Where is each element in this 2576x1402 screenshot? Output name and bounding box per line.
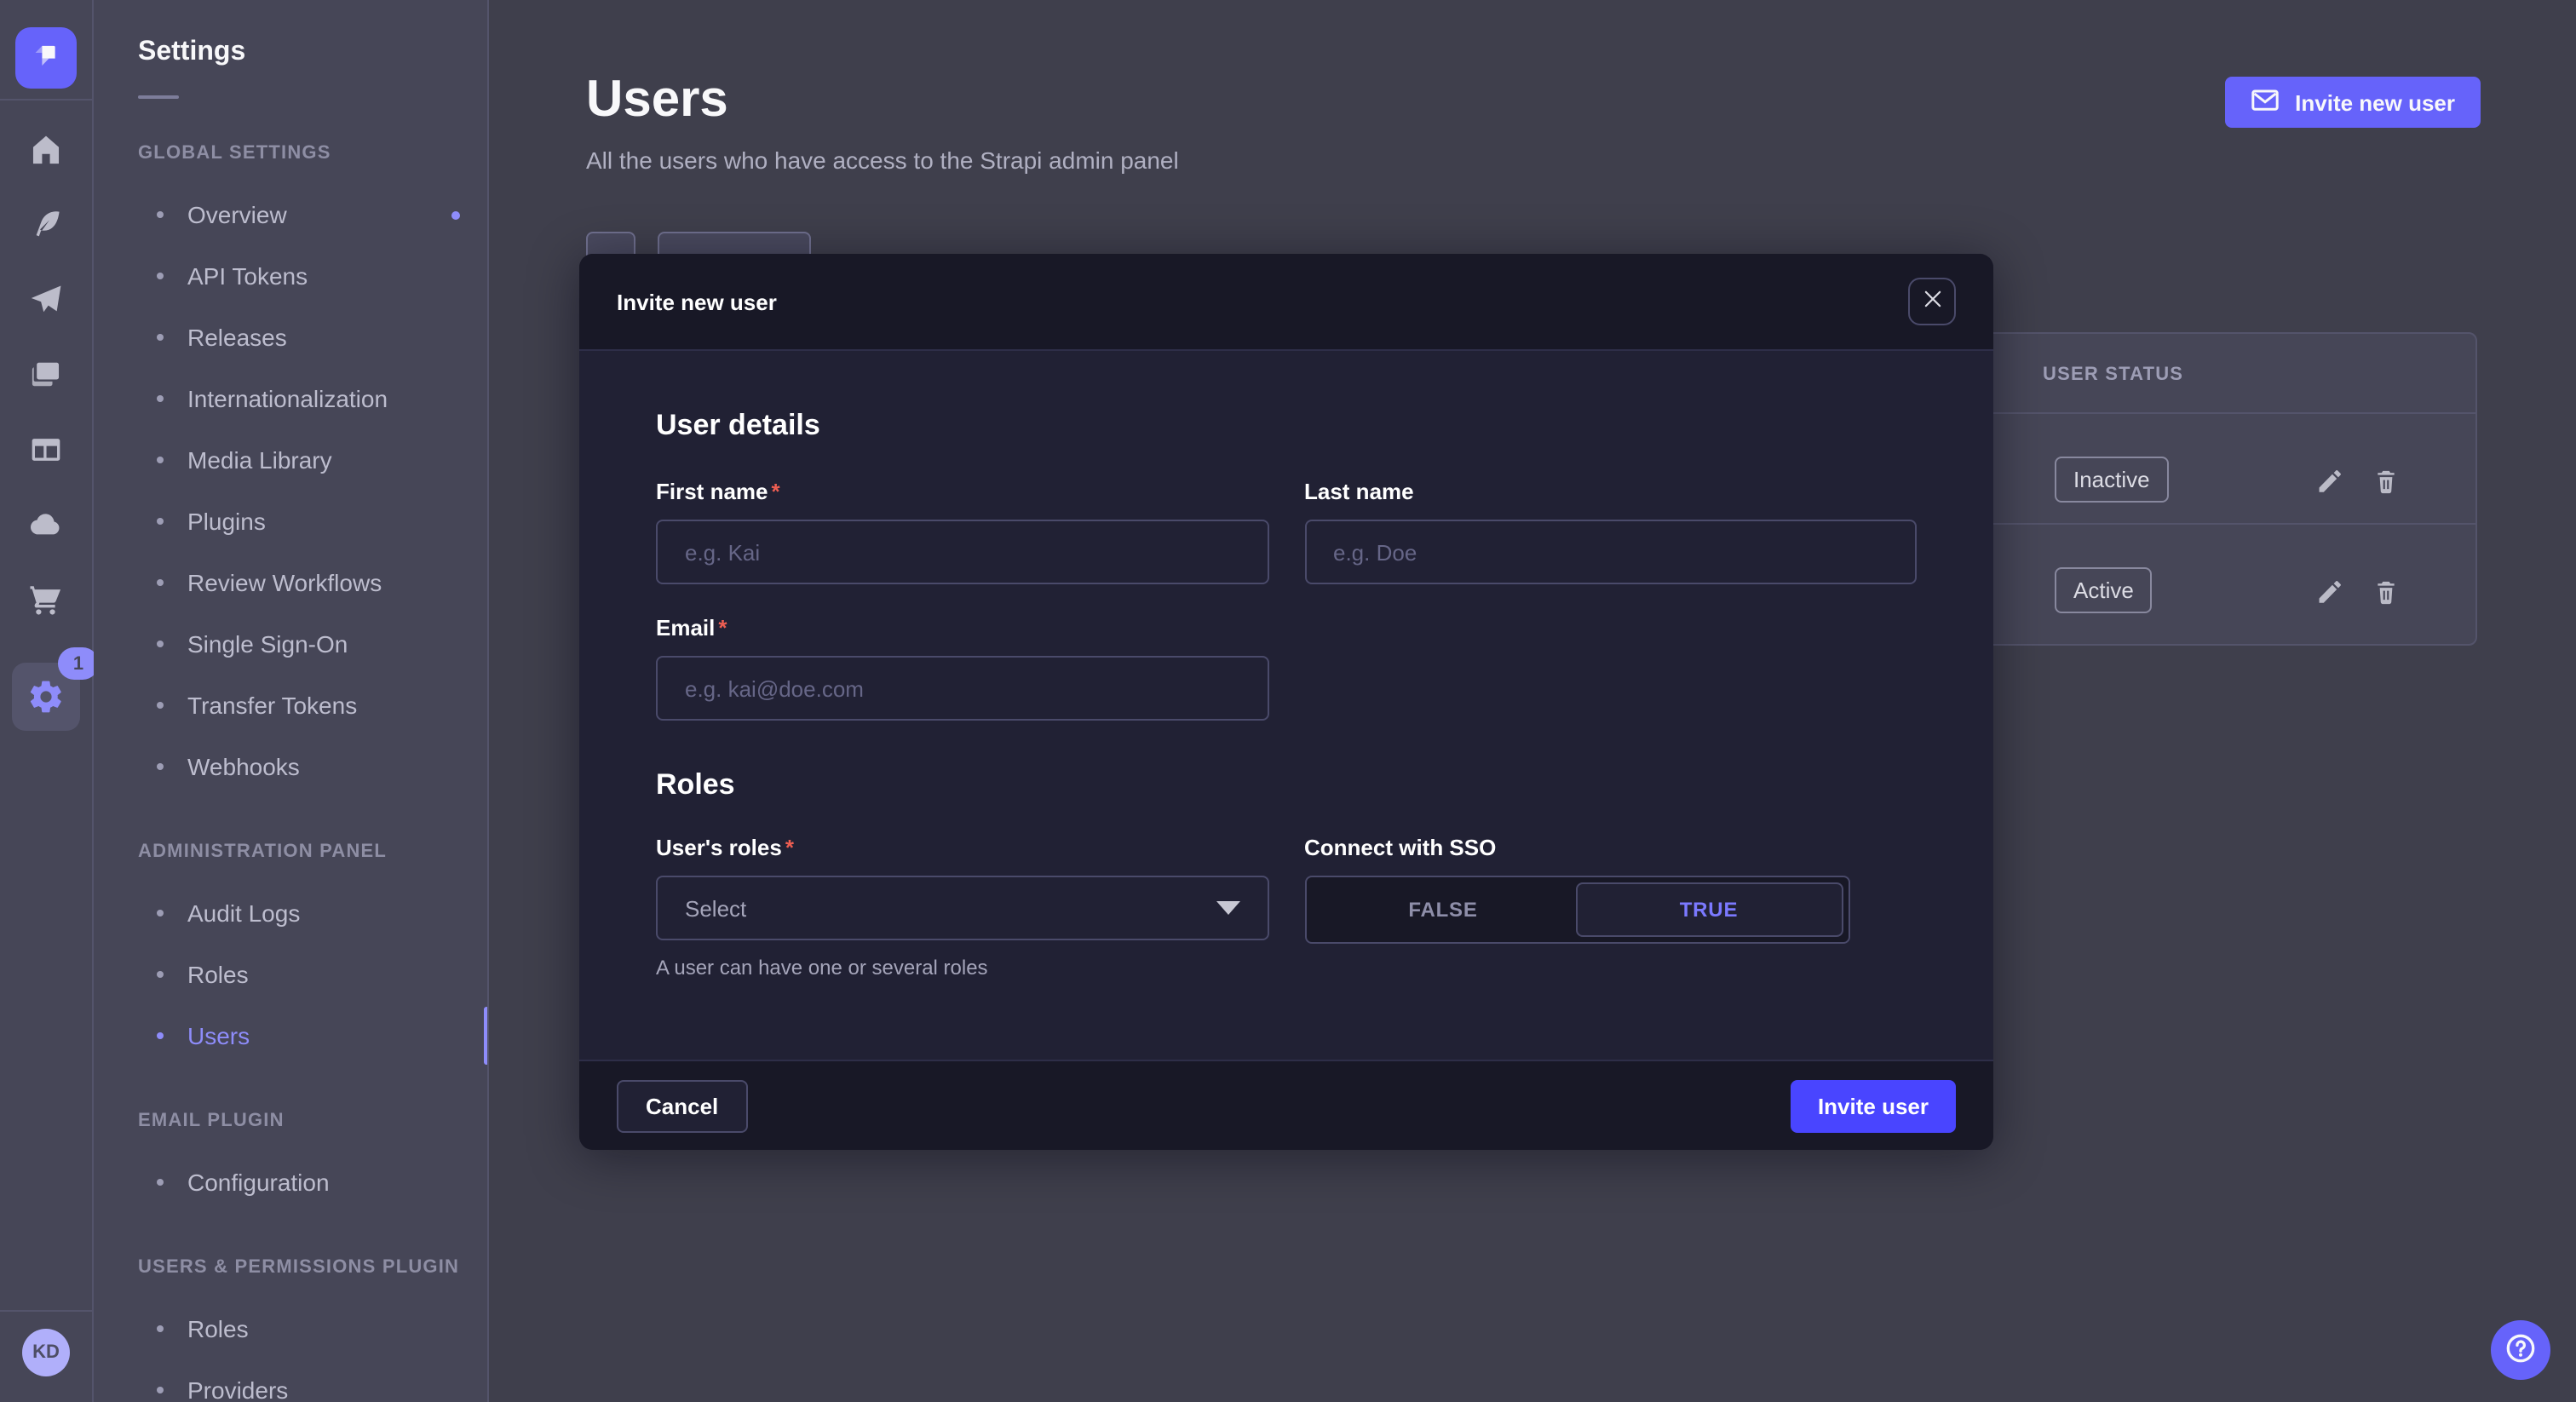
required-asterisk: * <box>772 479 780 504</box>
field-last-name: Last name <box>1304 479 1917 584</box>
roles-hint: A user can have one or several roles <box>656 956 1268 980</box>
sso-toggle: FALSE TRUE <box>1304 876 1849 944</box>
field-first-name: First name* <box>656 479 1268 584</box>
required-asterisk: * <box>718 615 727 641</box>
required-asterisk: * <box>785 835 794 860</box>
field-connect-sso: Connect with SSO FALSE TRUE <box>1304 835 1917 980</box>
first-name-label: First name <box>656 479 768 504</box>
close-button[interactable] <box>1908 278 1956 325</box>
email-label: Email <box>656 615 715 641</box>
close-x-icon <box>1919 286 1945 317</box>
last-name-label: Last name <box>1304 479 1414 504</box>
first-name-input[interactable] <box>656 520 1268 584</box>
strapi-admin-app: 1 KD Settings GLOBAL SETTINGS Overview A… <box>0 0 2576 1402</box>
invite-new-user-modal: Invite new user User details First name*… <box>579 254 1993 1150</box>
field-email: Email* <box>656 615 1268 721</box>
chevron-down-icon <box>1216 901 1239 915</box>
sso-true-option[interactable]: TRUE <box>1575 882 1843 937</box>
last-name-input[interactable] <box>1304 520 1917 584</box>
connect-sso-label: Connect with SSO <box>1304 835 1496 860</box>
section-heading-roles: Roles <box>656 768 1917 802</box>
email-input[interactable] <box>656 656 1268 721</box>
users-roles-label: User's roles <box>656 835 782 860</box>
invite-user-submit-button[interactable]: Invite user <box>1791 1079 1956 1132</box>
roles-select[interactable]: Select <box>656 876 1268 940</box>
cancel-button[interactable]: Cancel <box>617 1079 747 1132</box>
section-heading-user-details: User details <box>656 409 1917 443</box>
roles-select-value: Select <box>685 895 746 921</box>
field-users-roles: User's roles* Select A user can have one… <box>656 835 1268 980</box>
modal-title: Invite new user <box>617 289 777 314</box>
sso-false-option[interactable]: FALSE <box>1311 882 1575 937</box>
